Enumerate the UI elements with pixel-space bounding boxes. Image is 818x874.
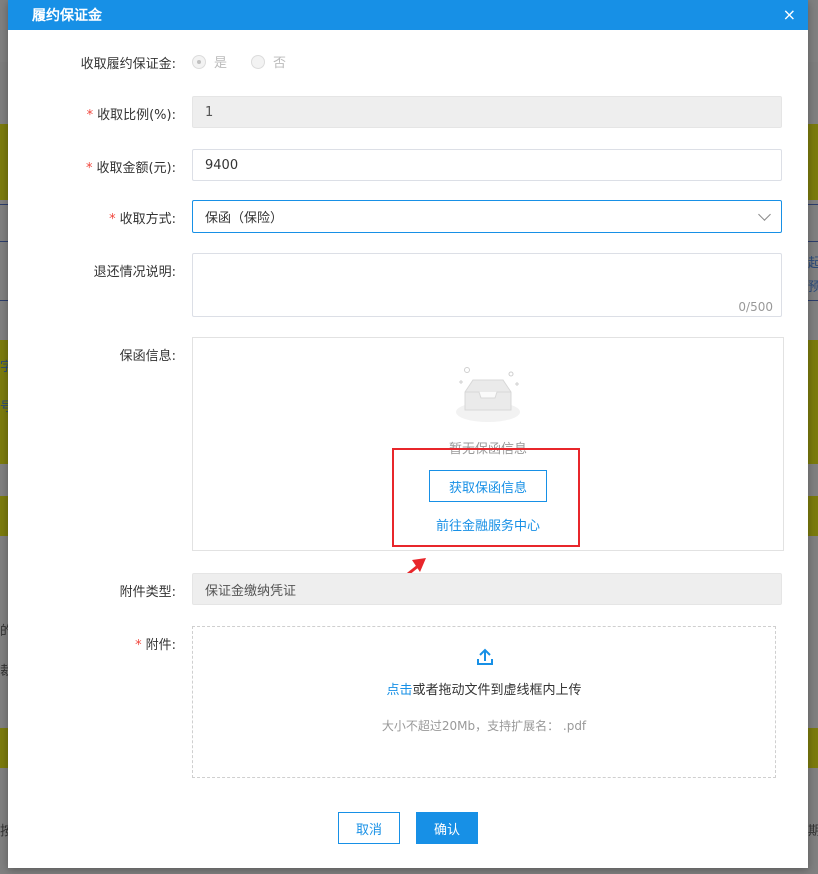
empty-inbox-icon [456, 367, 520, 422]
confirm-button[interactable]: 确认 [416, 812, 478, 844]
radio-no[interactable]: 否 [251, 52, 286, 71]
bg-fragment: 预 [808, 280, 818, 295]
ratio-value: 1 [205, 104, 214, 120]
upload-drag-text: 或者拖动文件到虚线框内上传 [412, 683, 582, 698]
amount-label-text: 收取金额(元): [96, 161, 176, 176]
ratio-label-text: 收取比例(%): [97, 108, 176, 123]
collect-deposit-radio-group: 是 否 [192, 52, 286, 71]
method-select[interactable]: 保函（保险） [192, 200, 782, 233]
amount-value: 9400 [205, 157, 239, 173]
radio-yes-dot[interactable] [192, 54, 206, 69]
required-mark: * [135, 638, 142, 653]
attachment-label-text: 附件: [145, 638, 176, 653]
method-label: * 收取方式: [109, 208, 176, 227]
method-label-text: 收取方式: [119, 212, 176, 227]
upload-instruction: 点击或者拖动文件到虚线框内上传 [193, 679, 775, 698]
method-value: 保函（保险） [205, 211, 284, 226]
attachment-type-value: 保证金缴纳凭证 [205, 583, 297, 599]
attachment-label: * 附件: [135, 634, 176, 653]
required-mark: * [85, 161, 93, 176]
ratio-label: * 收取比例(%): [87, 104, 176, 123]
attachment-type-input[interactable]: 保证金缴纳凭证 [192, 573, 782, 605]
ratio-input[interactable]: 1 [192, 96, 782, 128]
upload-dropzone[interactable]: 点击或者拖动文件到虚线框内上传 大小不超过20Mb，支持扩展名： .pdf [192, 626, 776, 778]
required-mark: * [86, 108, 94, 123]
amount-row: * 收取金额(元): 9400 [8, 149, 808, 181]
ratio-row: * 收取比例(%): 1 [8, 96, 808, 128]
upload-click-link[interactable]: 点击 [386, 683, 412, 698]
bg-fragment: 起 [808, 256, 818, 271]
radio-yes-label: 是 [214, 56, 228, 71]
close-icon[interactable]: × [783, 7, 796, 23]
char-counter: 0/500 [738, 300, 773, 314]
radio-no-dot[interactable] [251, 54, 266, 69]
attachment-type-label: 附件类型: [119, 585, 176, 600]
dialog-header: 履约保证金 × [8, 0, 808, 30]
dialog-title: 履约保证金 [32, 8, 102, 24]
performance-deposit-dialog: 履约保证金 × 收取履约保证金: 是 否 * 收取比例(%): 1 * 收取金额(元… [8, 0, 808, 868]
attachment-row: * 附件: 点击或者拖动文件到虚线框内上传 大小不超过20Mb，支持扩展名： .p… [8, 626, 808, 778]
refund-note-textarea[interactable]: 0/500 [192, 253, 782, 317]
method-row: * 收取方式: 保函（保险） [8, 200, 808, 233]
amount-input[interactable]: 9400 [192, 149, 782, 181]
refund-note-label: 退还情况说明: [93, 265, 176, 280]
upload-icon [477, 648, 493, 665]
attachment-type-row: 附件类型: 保证金缴纳凭证 [8, 573, 808, 605]
bg-fragment: 期 [808, 824, 818, 839]
upload-hint: 大小不超过20Mb，支持扩展名： .pdf [381, 719, 587, 733]
cancel-button[interactable]: 取消 [338, 812, 400, 844]
chevron-down-icon[interactable] [758, 208, 771, 221]
collect-deposit-label: 收取履约保证金: [80, 57, 176, 72]
required-mark: * [109, 212, 116, 227]
refund-note-row: 退还情况说明: 0/500 [8, 253, 808, 317]
radio-no-label: 否 [273, 56, 287, 71]
radio-yes[interactable]: 是 [192, 52, 227, 71]
amount-label: * 收取金额(元): [86, 157, 176, 176]
guarantee-info-label: 保函信息: [119, 349, 176, 364]
annotation-highlight-box [392, 448, 580, 547]
collect-deposit-row: 收取履约保证金: 是 否 [8, 52, 808, 72]
